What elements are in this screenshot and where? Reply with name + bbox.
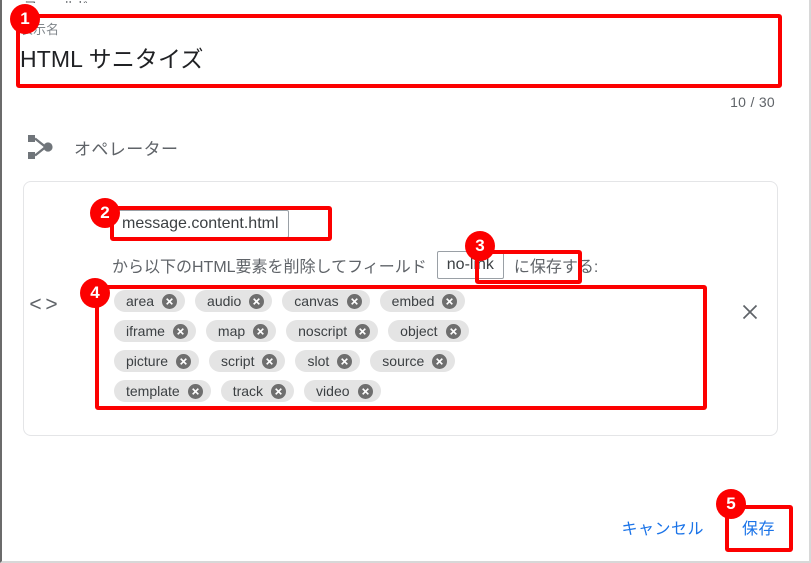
display-name-field[interactable]: 表示名 HTML サニタイズ (18, 22, 778, 84)
chip-row: area audio canvas embed (114, 290, 584, 312)
chip-remove-icon[interactable] (162, 293, 178, 309)
chip-remove-icon[interactable] (355, 323, 371, 339)
node-branch-icon (26, 132, 56, 162)
formula-row-target: から以下のHTML要素を削除してフィールド no-link に保存する: (112, 251, 722, 279)
chip-label: script (221, 353, 255, 369)
chip-remove-icon[interactable] (337, 353, 353, 369)
formula-middle-text: から以下のHTML要素を削除してフィールド (112, 259, 427, 276)
chip-iframe[interactable]: iframe (114, 320, 196, 342)
chip-label: video (316, 383, 350, 399)
chip-noscript[interactable]: noscript (286, 320, 379, 342)
cancel-button[interactable]: キャンセル (613, 509, 712, 545)
chip-canvas[interactable]: canvas (282, 290, 370, 312)
chip-object[interactable]: object (388, 320, 469, 342)
remove-operator-button[interactable] (738, 300, 762, 324)
chip-embed[interactable]: embed (379, 290, 466, 312)
chip-label: track (232, 383, 264, 399)
chip-label: embed (391, 293, 435, 309)
chip-label: area (126, 293, 155, 309)
chip-track[interactable]: track (220, 380, 295, 402)
chip-label: canvas (294, 293, 339, 309)
chip-video[interactable]: video (304, 380, 381, 402)
operator-formula: message.content.html から以下のHTML要素を削除してフィー… (112, 209, 722, 279)
chip-label: iframe (126, 323, 165, 339)
chip-remove-icon[interactable] (176, 353, 192, 369)
cutoff-top-text: フィールド (24, 0, 354, 3)
chip-label: picture (126, 353, 169, 369)
chip-template[interactable]: template (114, 380, 211, 402)
operator-editor-screen: フィールド 表示名 HTML サニタイズ 10 / 30 オペレーター < > … (0, 0, 811, 563)
formula-row-source: message.content.html (112, 209, 722, 239)
display-name-label: 表示名 (20, 22, 60, 37)
chip-picture[interactable]: picture (114, 350, 200, 372)
chip-script[interactable]: script (209, 350, 286, 372)
chip-row: iframe map noscript object (114, 320, 584, 342)
chip-remove-icon[interactable] (445, 323, 461, 339)
chip-remove-icon[interactable] (357, 383, 373, 399)
chip-remove-icon[interactable] (432, 353, 448, 369)
chip-row: picture script slot source (114, 350, 584, 372)
chip-slot[interactable]: slot (295, 350, 361, 372)
chip-remove-icon[interactable] (172, 323, 188, 339)
formula-tail-text: に保存する: (513, 259, 599, 276)
chip-area[interactable]: area (114, 290, 186, 312)
chip-remove-icon[interactable] (442, 293, 458, 309)
dialog-actions: キャンセル 保存 (613, 509, 783, 545)
save-button[interactable]: 保存 (734, 509, 783, 545)
chip-audio[interactable]: audio (195, 290, 273, 312)
chip-remove-icon[interactable] (346, 293, 362, 309)
source-field-token[interactable]: message.content.html (112, 210, 289, 238)
chip-remove-icon[interactable] (271, 383, 287, 399)
chip-remove-icon[interactable] (262, 353, 278, 369)
chip-remove-icon[interactable] (187, 383, 203, 399)
target-field-token[interactable]: no-link (436, 251, 504, 279)
chip-label: object (400, 323, 438, 339)
chip-label: noscript (298, 323, 348, 339)
operator-section-title: オペレーター (74, 139, 179, 159)
code-icon: < > (29, 293, 57, 316)
operator-section-header: オペレーター (26, 132, 178, 162)
chip-label: template (126, 383, 180, 399)
character-counter: 10 / 30 (730, 94, 775, 110)
display-name-input[interactable]: HTML サニタイズ (18, 42, 778, 76)
chip-map[interactable]: map (205, 320, 277, 342)
chip-source[interactable]: source (370, 350, 456, 372)
chip-remove-icon[interactable] (253, 323, 269, 339)
chip-label: audio (207, 293, 242, 309)
chip-label: source (382, 353, 425, 369)
chip-row: template track video (114, 380, 584, 402)
html-element-chip-list: area audio canvas embed iframe map noscr… (114, 290, 584, 410)
chip-label: map (217, 323, 246, 339)
chip-label: slot (307, 353, 330, 369)
chip-remove-icon[interactable] (249, 293, 265, 309)
